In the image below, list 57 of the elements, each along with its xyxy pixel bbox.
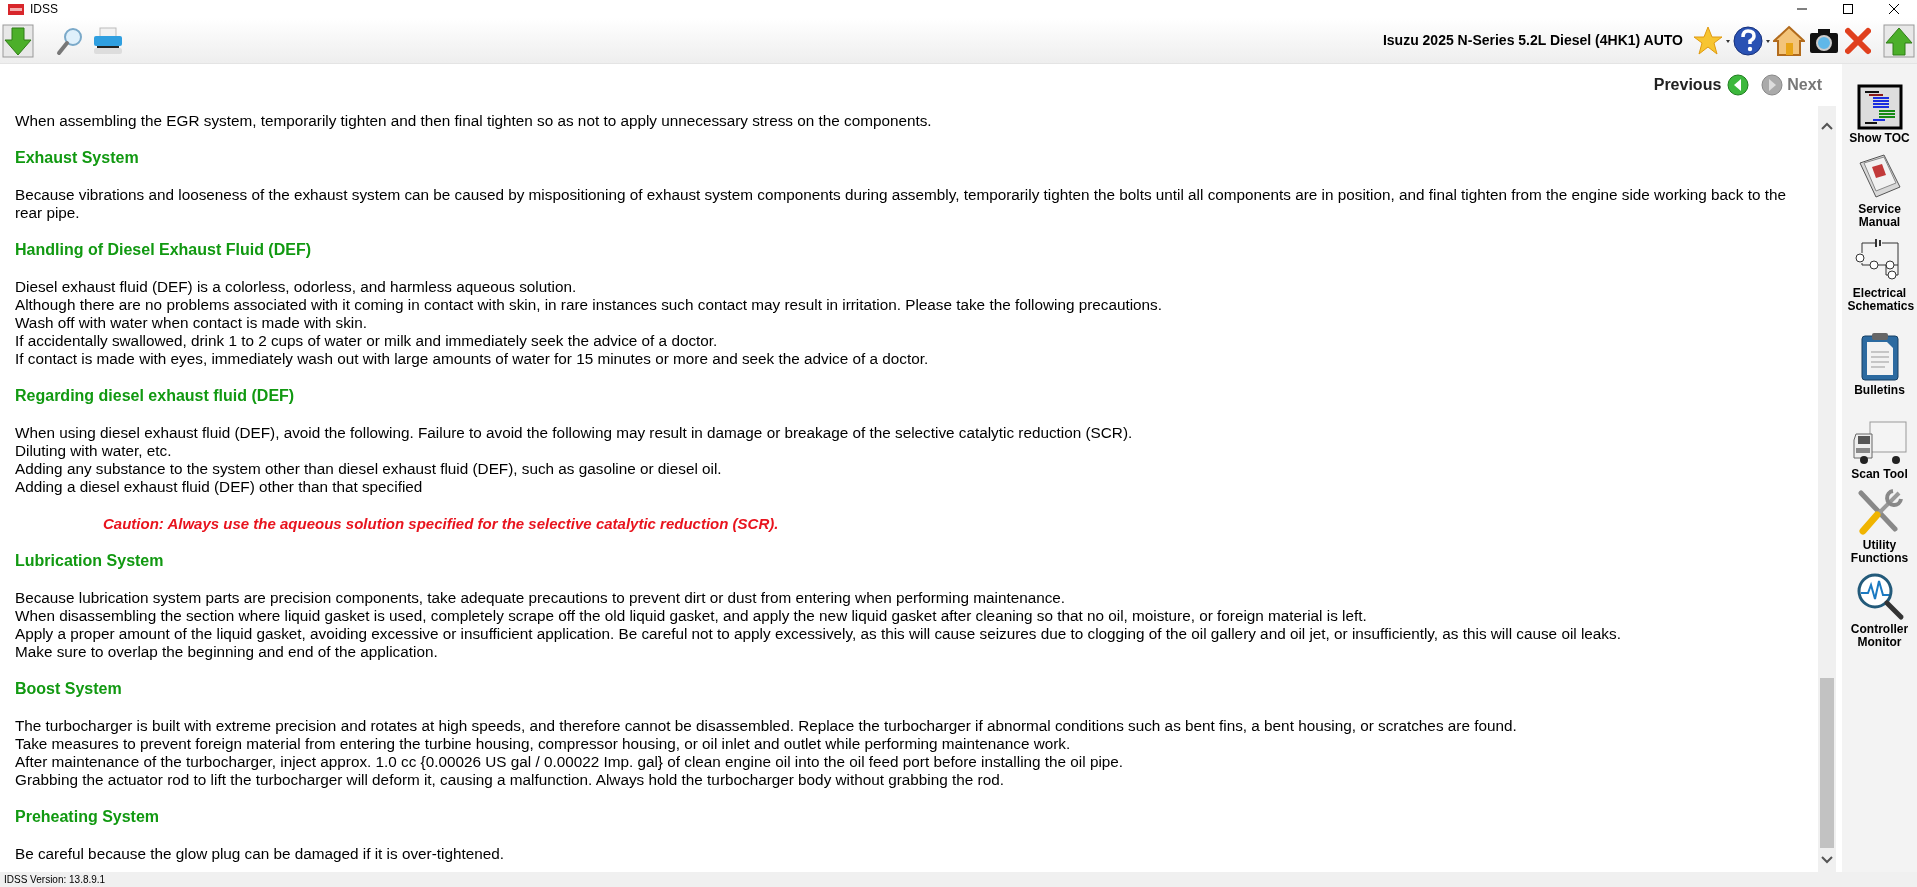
paragraph-line: Because lubrication system parts are precision components, take adequate precautions to prevent dirt or dust from entering when performing maintenance. xyxy=(15,589,1067,607)
scrollbar[interactable] xyxy=(1818,106,1836,872)
sidebar-tool-button[interactable]: Controller Monitor xyxy=(1843,570,1916,651)
paragraph-line: Diluting with water, etc. xyxy=(15,442,173,460)
scroll-down-icon[interactable] xyxy=(1821,856,1833,864)
paragraph-line: Diesel exhaust fluid (DEF) is a colorless, odorless, and harmless aqueous solution. xyxy=(15,278,578,296)
clipboard-icon xyxy=(1859,332,1900,382)
section-heading: Boost System xyxy=(15,680,123,698)
paragraph-line: If contact is made with eyes, immediately wash out with large amounts of water for 15 minutes or more and seek the advice of a doctor. xyxy=(15,350,930,368)
caution-text: Caution: Always use the aqueous solution specified for the selective catalytic reduction (SCR). xyxy=(102,515,780,533)
section-heading: Regarding diesel exhaust fluid (DEF) xyxy=(15,387,296,405)
close-icon[interactable] xyxy=(1845,26,1871,55)
paragraph-line: Adding any substance to the system other than diesel exhaust fluid (DEF), such as gasoline or diesel oil. xyxy=(15,460,723,478)
sidebar-tool-button[interactable]: Service Manual xyxy=(1843,150,1916,231)
paragraph-line: When assembling the EGR system, temporarily tighten and then final tighten so as not to apply unnecessary stress on the components. xyxy=(15,112,933,130)
paragraph-line: Wash off with water when contact is made with skin. xyxy=(15,314,368,332)
paragraph-line: When disassembling the section where liquid gasket is used, completely scrape off the old liquid gasket, and apply the new liquid gasket after cleaning so that no oil, moisture, or foreign material is left. xyxy=(15,607,1368,625)
version-label: IDSS Version: 13.8.9.1 xyxy=(4,873,106,887)
paragraph-line: When using diesel exhaust fluid (DEF), avoid the following. Failure to avoid the following may result in damage or breakage of the selective catalytic reduction (SCR). xyxy=(15,424,1134,442)
sidebar-tool-button[interactable]: Utility Functions xyxy=(1843,486,1916,567)
sidebar-tool-button[interactable]: Bulletins xyxy=(1843,318,1916,399)
vehicle-label: Isuzu 2025 N-Series 5.2L Diesel (4HK1) AUTO xyxy=(1382,31,1683,50)
favorites-star-icon[interactable] xyxy=(1693,24,1731,57)
upload-arrow-icon[interactable] xyxy=(1883,23,1915,58)
printer-icon[interactable] xyxy=(92,25,124,56)
paragraph-line: After maintenance of the turbocharger, inject approx. 1.0 cc {0.00026 US gal / 0.00022 Imp. gal} of clean engine oil into the oil feed port before installing the oil pipe. xyxy=(15,753,1125,771)
paragraph-line: Although there are no problems associated with it coming in contact with skin, in rare instances such contact may result in irritation. Please take the following precautions. xyxy=(15,296,1163,314)
section-heading: Preheating System xyxy=(15,808,161,826)
app-logo-icon xyxy=(8,3,24,15)
section-heading: Handling of Diesel Exhaust Fluid (DEF) xyxy=(15,241,312,259)
camera-icon[interactable] xyxy=(1809,26,1839,55)
section-heading: Exhaust System xyxy=(15,149,140,167)
scroll-thumb[interactable] xyxy=(1820,678,1834,848)
paragraph-line: Grabbing the actuator rod to lift the turbocharger will deform it, causing a malfunction. Always hold the turbocharger body without grabbing the rod. xyxy=(15,771,1005,789)
sidebar-tool-button[interactable]: Electrical Schematics xyxy=(1843,234,1916,315)
sidebar-tool-button[interactable]: Show TOC xyxy=(1843,66,1916,147)
home-icon[interactable] xyxy=(1773,24,1805,57)
paragraph-line: Take measures to prevent foreign material from entering the turbine housing, compressor housing, or oil inlet and outlet while performing maintenance work. xyxy=(15,735,1072,753)
truck-icon xyxy=(1851,420,1908,466)
download-arrow-icon[interactable] xyxy=(2,23,34,58)
search-icon[interactable] xyxy=(56,25,84,56)
paragraph-line: The turbocharger is built with extreme precision and rotates at high speeds, and therefore cannot be disassembled. Replace the turbocharger if abnormal conditions such as bent fins, a bent housing, or scratches are found. xyxy=(15,717,1518,735)
paragraph-line: Because vibrations and looseness of the exhaust system can be caused by mispositioning of exhaust system components during assembly, temporarily tighten the bolts until all components are in position, and final tighten from the engine side working back to the rear pipe. xyxy=(15,186,1787,222)
window-title: IDSS xyxy=(30,1,58,18)
paragraph-line: If accidentally swallowed, drink 1 to 2 cups of water or milk and immediately seek the advice of a doctor. xyxy=(15,332,719,350)
previous-button[interactable]: Previous xyxy=(1653,73,1750,97)
toc-icon xyxy=(1856,84,1903,130)
paragraph-line: Make sure to overlap the beginning and end of the application. xyxy=(15,643,439,661)
close-icon xyxy=(1889,4,1899,14)
maximize-icon xyxy=(1843,4,1853,14)
sidebar-tool-button[interactable]: Scan Tool xyxy=(1843,402,1916,483)
help-icon[interactable] xyxy=(1733,24,1771,57)
paragraph-line: Adding a diesel exhaust fluid (DEF) other than that specified xyxy=(15,478,424,496)
paragraph-line: Be careful because the glow plug can be damaged if it is over-tightened. xyxy=(15,845,505,863)
scroll-up-icon[interactable] xyxy=(1821,122,1833,130)
paragraph-line: Apply a proper amount of the liquid gasket, avoiding excessive or insufficient application. Be careful not to apply excessively, as this will cause seizures due to clogging of the oil gallery and oil jet, or insufficiently, as this will cause oil leaks. xyxy=(15,625,1622,643)
section-heading: Lubrication System xyxy=(15,552,165,570)
